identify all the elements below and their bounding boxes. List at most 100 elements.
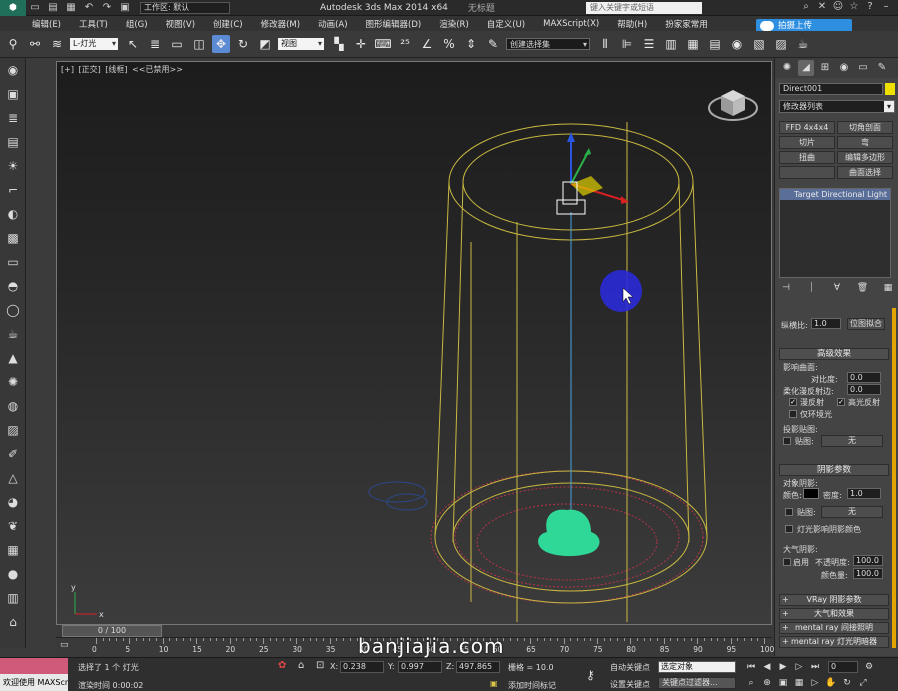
maximize-viewport-icon[interactable]: ⤢ (856, 677, 870, 689)
utilities-tab-icon[interactable]: ✎ (874, 60, 890, 76)
modifier-stack[interactable]: Target Directional Light (779, 188, 891, 278)
color-amount-field[interactable]: 100.0 (853, 568, 883, 579)
ambient-only-checkbox[interactable] (789, 410, 797, 418)
object-color-swatch[interactable] (885, 83, 895, 95)
align-icon[interactable]: ⊫ (618, 35, 636, 53)
target-object[interactable] (538, 509, 600, 557)
search-input[interactable]: 键入关键字或短语 (586, 2, 702, 14)
select-by-name-icon[interactable]: ≣ (146, 35, 164, 53)
menu-item-modifiers[interactable]: 修改器(M) (261, 18, 300, 30)
window-crossing-icon[interactable]: ◫ (190, 35, 208, 53)
menu-item-create[interactable]: 创建(C) (213, 18, 243, 30)
atmospheres-effects-rollout[interactable]: + 大气和效果 (779, 608, 889, 620)
unlink-icon[interactable]: ⚯ (26, 35, 44, 53)
mental-ray-indirect-rollout[interactable]: + mental ray 间接照明 (779, 622, 889, 634)
named-selection-set-select[interactable]: 创建选择集 (506, 38, 590, 51)
pan-icon[interactable]: ✋ (824, 677, 838, 689)
app-logo-button[interactable]: ⬢ (0, 0, 26, 16)
project-folder-icon[interactable]: ▣ (118, 2, 132, 14)
disc-icon[interactable]: ◍ (0, 394, 26, 418)
cone-icon[interactable]: ▲ (0, 346, 26, 370)
command-panel-scrollbar[interactable] (892, 308, 896, 648)
rendered-frame-icon[interactable]: ▨ (772, 35, 790, 53)
menu-item-banjiajia[interactable]: 扮家家常用 (665, 18, 708, 30)
light-icon[interactable]: ☀ (0, 154, 26, 178)
menu-item-help[interactable]: 帮助(H) (617, 18, 647, 30)
brush-icon[interactable]: ✐ (0, 442, 26, 466)
set-key-button[interactable]: 设置关键点 (610, 679, 650, 690)
time-tag-icon[interactable]: ▣ (490, 679, 498, 688)
bind-space-warp-icon[interactable]: ≋ (48, 35, 66, 53)
triangle-icon[interactable]: △ (0, 466, 26, 490)
eye-icon[interactable]: ◉ (0, 58, 26, 82)
shadow-params-rollout[interactable]: 阴影参数 (779, 464, 889, 476)
auto-key-button[interactable]: 自动关键点 (610, 662, 650, 673)
select-object-icon[interactable]: ↖ (124, 35, 142, 53)
soften-diffuse-field[interactable]: 0.0 (847, 384, 881, 395)
modifier-button-slice[interactable]: 切片 (779, 136, 835, 149)
shadow-map-none-button[interactable]: 无 (821, 506, 883, 518)
shadow-color-swatch[interactable] (803, 488, 819, 499)
user-icon[interactable]: ☺ (830, 1, 846, 15)
move-gizmo[interactable] (567, 132, 629, 204)
current-frame-field[interactable]: 0 (828, 661, 858, 673)
select-scale-icon[interactable]: ◩ (256, 35, 274, 53)
modifier-button-ffd[interactable]: FFD 4x4x4 (779, 121, 835, 134)
modifier-button-empty[interactable] (779, 166, 835, 179)
schematic-view-icon[interactable]: ▤ (706, 35, 724, 53)
selection-filter-select[interactable]: L-灯光 (70, 38, 118, 50)
go-to-start-icon[interactable]: ⏮ (744, 661, 758, 673)
advanced-effects-rollout[interactable]: 高级效果 (779, 348, 889, 360)
pivot-center-icon[interactable]: ▚ (330, 35, 348, 53)
menu-item-customize[interactable]: 自定义(U) (487, 18, 525, 30)
key-filters-button[interactable]: 关键点过滤器... (658, 677, 736, 689)
minimize-icon[interactable]: – (878, 1, 894, 15)
menu-item-tools[interactable]: 工具(T) (79, 18, 108, 30)
atmosphere-enable-checkbox[interactable] (783, 558, 791, 566)
render-setup-icon[interactable]: ▧ (750, 35, 768, 53)
select-manipulate-icon[interactable]: ✛ (352, 35, 370, 53)
lock-icon[interactable]: ⌂ (0, 610, 26, 634)
mirror-icon[interactable]: ⫴ (596, 35, 614, 53)
list-icon[interactable]: ≣ (0, 106, 26, 130)
x-coord-field[interactable]: 0.238 (340, 661, 384, 673)
select-rotate-icon[interactable]: ↻ (234, 35, 252, 53)
sound-icon[interactable]: ◐ (0, 202, 26, 226)
time-slider-thumb[interactable]: 0 / 100 (62, 625, 162, 637)
selected-object-select[interactable]: 选定对象 (658, 661, 736, 673)
keyboard-shortcut-icon[interactable]: ⌨ (374, 35, 392, 53)
zoom-icon[interactable]: ⌕ (744, 677, 758, 689)
workspace-select[interactable]: 工作区: 默认 (140, 1, 230, 14)
percent-snap-icon[interactable]: % (440, 35, 458, 53)
object-name-field[interactable]: Direct001 (779, 83, 883, 95)
lock-selection-icon[interactable]: ⌂ (298, 660, 304, 671)
play-icon[interactable]: ▶ (776, 661, 790, 673)
aspect-field[interactable]: 1.0 (811, 318, 841, 329)
viewcube[interactable] (708, 90, 758, 121)
menu-item-group[interactable]: 组(G) (126, 18, 148, 30)
modify-tab-icon[interactable]: ◢ (798, 60, 814, 76)
spinner-snap-icon[interactable]: ⇕ (462, 35, 480, 53)
edit-named-selection-icon[interactable]: ✎ (484, 35, 502, 53)
star-icon[interactable]: ☆ (846, 1, 862, 15)
z-coord-field[interactable]: 497.865 (456, 661, 500, 673)
redo-icon[interactable]: ↷ (100, 2, 114, 14)
show-end-result-icon[interactable]: ⏐ (805, 283, 819, 297)
image-icon[interactable]: ▣ (0, 82, 26, 106)
modifier-button-twist[interactable]: 扭曲 (779, 151, 835, 164)
zoom-extents-icon[interactable]: ▣ (776, 677, 790, 689)
menu-item-animation[interactable]: 动画(A) (318, 18, 347, 30)
render-production-icon[interactable]: ☕ (794, 35, 812, 53)
new-file-icon[interactable]: ▭ (28, 2, 42, 14)
curve-editor-icon[interactable]: ▦ (684, 35, 702, 53)
remove-modifier-icon[interactable]: 🗑 (856, 283, 870, 297)
sphere-icon[interactable]: ◯ (0, 298, 26, 322)
stack-item-target-light[interactable]: Target Directional Light (780, 189, 890, 200)
angle-snap-icon[interactable]: ∠ (418, 35, 436, 53)
y-coord-field[interactable]: 0.997 (398, 661, 442, 673)
menu-item-edit[interactable]: 编辑(E) (32, 18, 61, 30)
projector-map-checkbox[interactable] (783, 437, 791, 445)
create-tab-icon[interactable]: ✺ (779, 60, 795, 76)
gun-icon[interactable]: ⌐ (0, 178, 26, 202)
modifier-button-surface-select[interactable]: 曲面选择 (837, 166, 893, 179)
